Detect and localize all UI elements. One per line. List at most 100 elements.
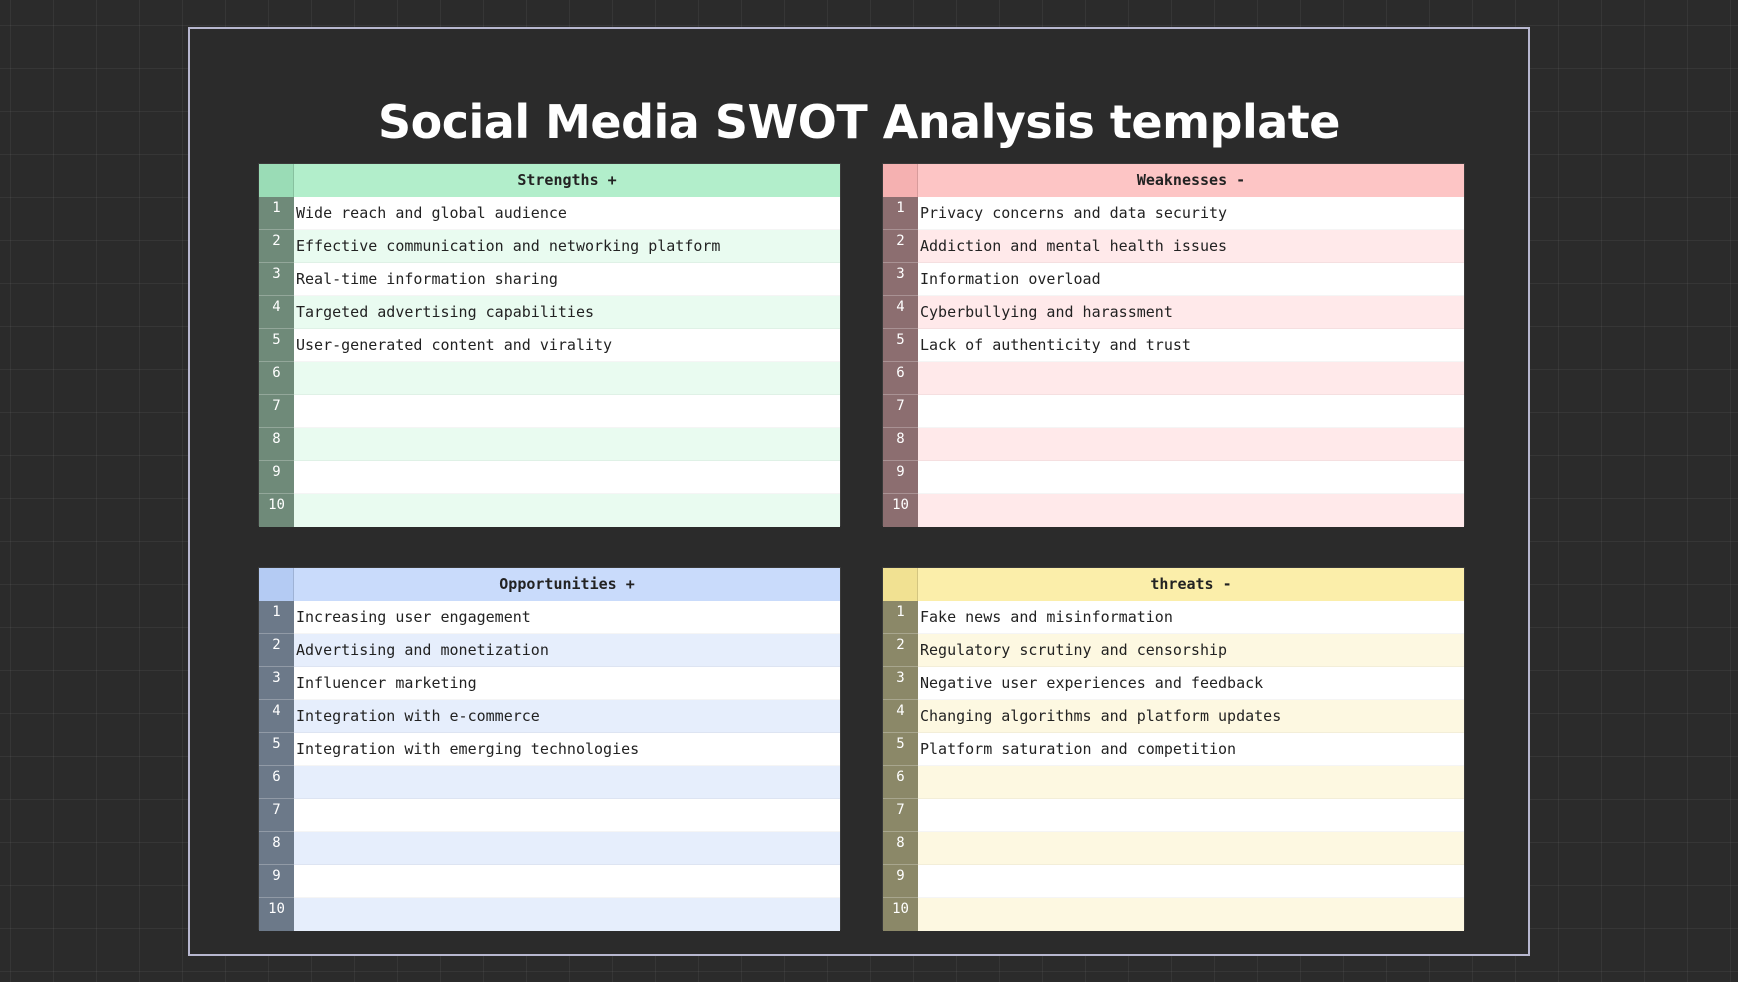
header-corner-cell bbox=[883, 568, 918, 601]
table-row: 4 Cyberbullying and harassment bbox=[883, 296, 1464, 329]
table-cell[interactable] bbox=[294, 832, 840, 865]
row-number: 5 bbox=[883, 329, 918, 362]
table-row: 9 bbox=[883, 865, 1464, 898]
table-cell[interactable]: Wide reach and global audience bbox=[294, 197, 840, 230]
header-corner-cell bbox=[259, 568, 294, 601]
row-number: 6 bbox=[883, 362, 918, 395]
table-cell[interactable]: Fake news and misinformation bbox=[918, 601, 1464, 634]
row-number: 8 bbox=[883, 428, 918, 461]
table-cell[interactable]: Targeted advertising capabilities bbox=[294, 296, 840, 329]
row-number: 10 bbox=[883, 898, 918, 931]
table-cell[interactable]: Effective communication and networking p… bbox=[294, 230, 840, 263]
table-row: 1 Wide reach and global audience bbox=[259, 197, 840, 230]
header-corner-cell bbox=[883, 164, 918, 197]
table-row: 2 Addiction and mental health issues bbox=[883, 230, 1464, 263]
weaknesses-header[interactable]: Weaknesses - bbox=[918, 164, 1464, 197]
table-cell[interactable] bbox=[918, 799, 1464, 832]
table-cell[interactable] bbox=[294, 898, 840, 931]
table-row: 3 Influencer marketing bbox=[259, 667, 840, 700]
strengths-header[interactable]: Strengths + bbox=[294, 164, 840, 197]
strengths-table: Strengths +1 Wide reach and global audien… bbox=[258, 163, 841, 527]
row-number: 9 bbox=[883, 461, 918, 494]
table-row: 3 Real-time information sharing bbox=[259, 263, 840, 296]
row-number: 2 bbox=[259, 230, 294, 263]
table-cell[interactable] bbox=[294, 799, 840, 832]
row-number: 1 bbox=[259, 197, 294, 230]
row-number: 6 bbox=[259, 362, 294, 395]
row-number: 8 bbox=[259, 832, 294, 865]
table-cell[interactable] bbox=[918, 832, 1464, 865]
row-number: 8 bbox=[883, 832, 918, 865]
table-cell[interactable] bbox=[918, 865, 1464, 898]
table-row: 6 bbox=[883, 362, 1464, 395]
table-row: 8 bbox=[883, 428, 1464, 461]
row-number: 3 bbox=[883, 667, 918, 700]
table-row: 4 Integration with e-commerce bbox=[259, 700, 840, 733]
table-row: 10 bbox=[883, 494, 1464, 527]
weaknesses-header-row: Weaknesses - bbox=[883, 164, 1464, 197]
table-cell[interactable] bbox=[294, 362, 840, 395]
table-cell[interactable]: Integration with e-commerce bbox=[294, 700, 840, 733]
table-cell[interactable] bbox=[294, 494, 840, 527]
row-number: 6 bbox=[259, 766, 294, 799]
table-row: 6 bbox=[259, 362, 840, 395]
table-cell[interactable]: Changing algorithms and platform updates bbox=[918, 700, 1464, 733]
table-row: 10 bbox=[883, 898, 1464, 931]
weaknesses-table: Weaknesses -1 Privacy concerns and data s… bbox=[882, 163, 1465, 527]
table-cell[interactable] bbox=[294, 395, 840, 428]
table-row: 1 Increasing user engagement bbox=[259, 601, 840, 634]
table-row: 5 Lack of authenticity and trust bbox=[883, 329, 1464, 362]
row-number: 10 bbox=[883, 494, 918, 527]
table-cell[interactable]: Regulatory scrutiny and censorship bbox=[918, 634, 1464, 667]
table-row: 5 Integration with emerging technologies bbox=[259, 733, 840, 766]
table-cell[interactable]: User-generated content and virality bbox=[294, 329, 840, 362]
table-row: 7 bbox=[883, 395, 1464, 428]
table-cell[interactable]: Increasing user engagement bbox=[294, 601, 840, 634]
row-number: 3 bbox=[883, 263, 918, 296]
table-row: 10 bbox=[259, 898, 840, 931]
row-number: 1 bbox=[883, 197, 918, 230]
row-number: 10 bbox=[259, 898, 294, 931]
table-cell[interactable] bbox=[918, 362, 1464, 395]
row-number: 5 bbox=[259, 733, 294, 766]
row-number: 5 bbox=[259, 329, 294, 362]
table-row: 9 bbox=[259, 865, 840, 898]
table-cell[interactable]: Privacy concerns and data security bbox=[918, 197, 1464, 230]
table-cell[interactable] bbox=[918, 494, 1464, 527]
row-number: 7 bbox=[883, 799, 918, 832]
table-cell[interactable]: Influencer marketing bbox=[294, 667, 840, 700]
table-row: 6 bbox=[259, 766, 840, 799]
table-row: 3 Information overload bbox=[883, 263, 1464, 296]
table-cell[interactable] bbox=[294, 766, 840, 799]
row-number: 6 bbox=[883, 766, 918, 799]
threats-header[interactable]: threats - bbox=[918, 568, 1464, 601]
table-cell[interactable]: Advertising and monetization bbox=[294, 634, 840, 667]
table-cell[interactable]: Negative user experiences and feedback bbox=[918, 667, 1464, 700]
table-cell[interactable] bbox=[294, 428, 840, 461]
row-number: 4 bbox=[259, 700, 294, 733]
threats-header-row: threats - bbox=[883, 568, 1464, 601]
table-row: 9 bbox=[883, 461, 1464, 494]
table-cell[interactable] bbox=[918, 395, 1464, 428]
table-cell[interactable] bbox=[294, 865, 840, 898]
row-number: 2 bbox=[883, 230, 918, 263]
row-number: 7 bbox=[883, 395, 918, 428]
table-cell[interactable] bbox=[294, 461, 840, 494]
table-cell[interactable] bbox=[918, 898, 1464, 931]
opportunities-header[interactable]: Opportunities + bbox=[294, 568, 840, 601]
table-cell[interactable]: Integration with emerging technologies bbox=[294, 733, 840, 766]
table-cell[interactable]: Addiction and mental health issues bbox=[918, 230, 1464, 263]
table-cell[interactable]: Information overload bbox=[918, 263, 1464, 296]
table-cell[interactable]: Real-time information sharing bbox=[294, 263, 840, 296]
table-cell[interactable]: Platform saturation and competition bbox=[918, 733, 1464, 766]
table-row: 2 Effective communication and networking … bbox=[259, 230, 840, 263]
table-row: 1 Privacy concerns and data security bbox=[883, 197, 1464, 230]
table-cell[interactable]: Cyberbullying and harassment bbox=[918, 296, 1464, 329]
row-number: 4 bbox=[259, 296, 294, 329]
table-cell[interactable] bbox=[918, 428, 1464, 461]
table-cell[interactable] bbox=[918, 766, 1464, 799]
row-number: 2 bbox=[259, 634, 294, 667]
table-cell[interactable]: Lack of authenticity and trust bbox=[918, 329, 1464, 362]
page-title: Social Media SWOT Analysis template bbox=[378, 95, 1340, 149]
table-cell[interactable] bbox=[918, 461, 1464, 494]
